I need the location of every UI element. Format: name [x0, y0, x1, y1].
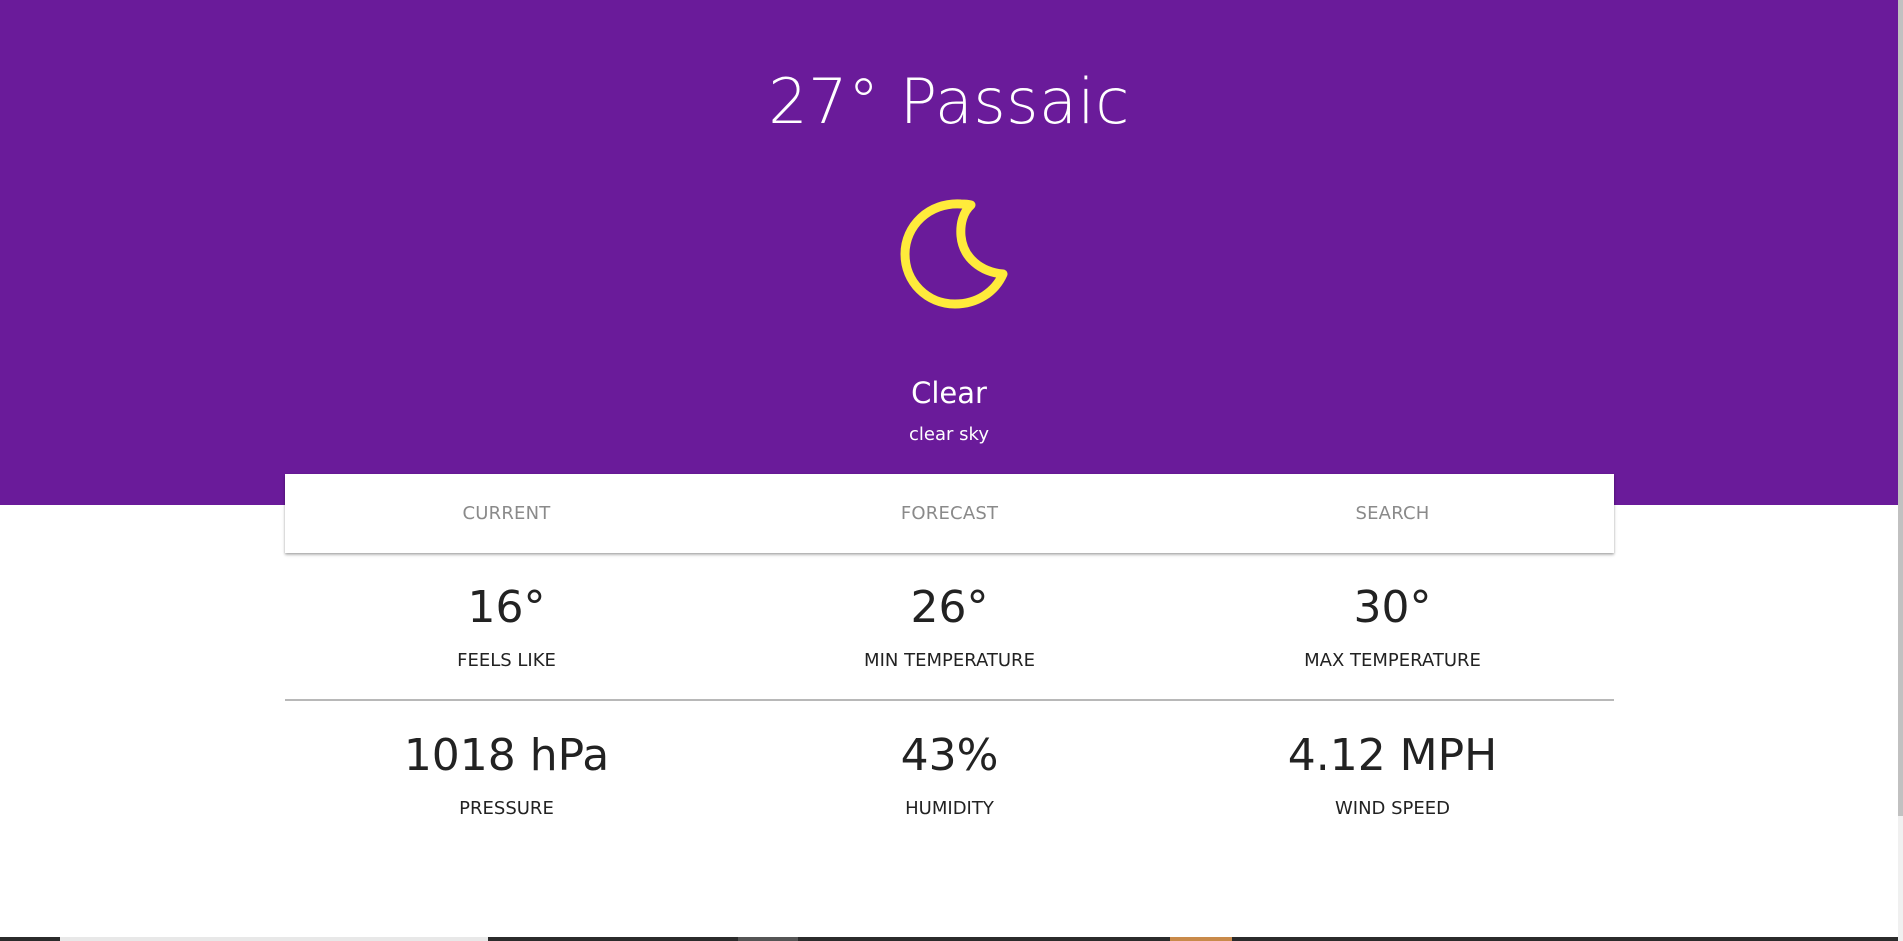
tab-bar: CURRENT FORECAST SEARCH: [285, 474, 1614, 553]
stat-max-temperature: 30° MAX TEMPERATURE: [1171, 578, 1614, 673]
tab-forecast[interactable]: FORECAST: [728, 474, 1171, 553]
stat-label: FEELS LIKE: [457, 650, 556, 671]
weather-page: 27° Passaic Clear clear sky CURRENT FORE…: [0, 0, 1898, 939]
stat-label: WIND SPEED: [1334, 798, 1451, 819]
stat-label: HUMIDITY: [905, 798, 994, 819]
stat-label: MAX TEMPERATURE: [1304, 650, 1481, 671]
stat-wind-speed: 4.12 MPH WIND SPEED: [1171, 726, 1614, 821]
taskbar-segment: [1170, 937, 1232, 941]
stats-row-conditions: 1018 hPa PRESSURE 43% HUMIDITY 4.12 MPH …: [285, 726, 1614, 821]
page-title: 27° Passaic: [768, 65, 1130, 138]
stat-min-temperature: 26° MIN TEMPERATURE: [728, 578, 1171, 673]
weather-condition: Clear: [911, 376, 987, 410]
stat-humidity: 43% HUMIDITY: [728, 726, 1171, 821]
stat-value: 4.12 MPH: [1287, 730, 1498, 781]
scrollbar-thumb[interactable]: [1898, 0, 1903, 816]
stat-feels-like: 16° FEELS LIKE: [285, 578, 728, 673]
tab-current[interactable]: CURRENT: [285, 474, 728, 553]
taskbar-segment: [738, 937, 798, 941]
stat-label: PRESSURE: [459, 798, 554, 819]
stat-value: 26°: [910, 582, 989, 633]
hero-banner: 27° Passaic Clear clear sky: [0, 0, 1898, 505]
stat-value: 30°: [1353, 582, 1432, 633]
stats-divider: [285, 699, 1614, 701]
tab-search[interactable]: SEARCH: [1171, 474, 1614, 553]
stat-value: 16°: [467, 582, 546, 633]
moon-icon: [900, 199, 1008, 309]
taskbar-edge: [0, 937, 1898, 941]
weather-description: clear sky: [909, 424, 989, 445]
stat-value: 43%: [900, 730, 999, 781]
taskbar-segment: [60, 937, 488, 941]
stat-pressure: 1018 hPa PRESSURE: [285, 726, 728, 821]
stat-label: MIN TEMPERATURE: [864, 650, 1035, 671]
stats-row-temperature: 16° FEELS LIKE 26° MIN TEMPERATURE 30° M…: [285, 578, 1614, 673]
stat-value: 1018 hPa: [403, 730, 610, 781]
